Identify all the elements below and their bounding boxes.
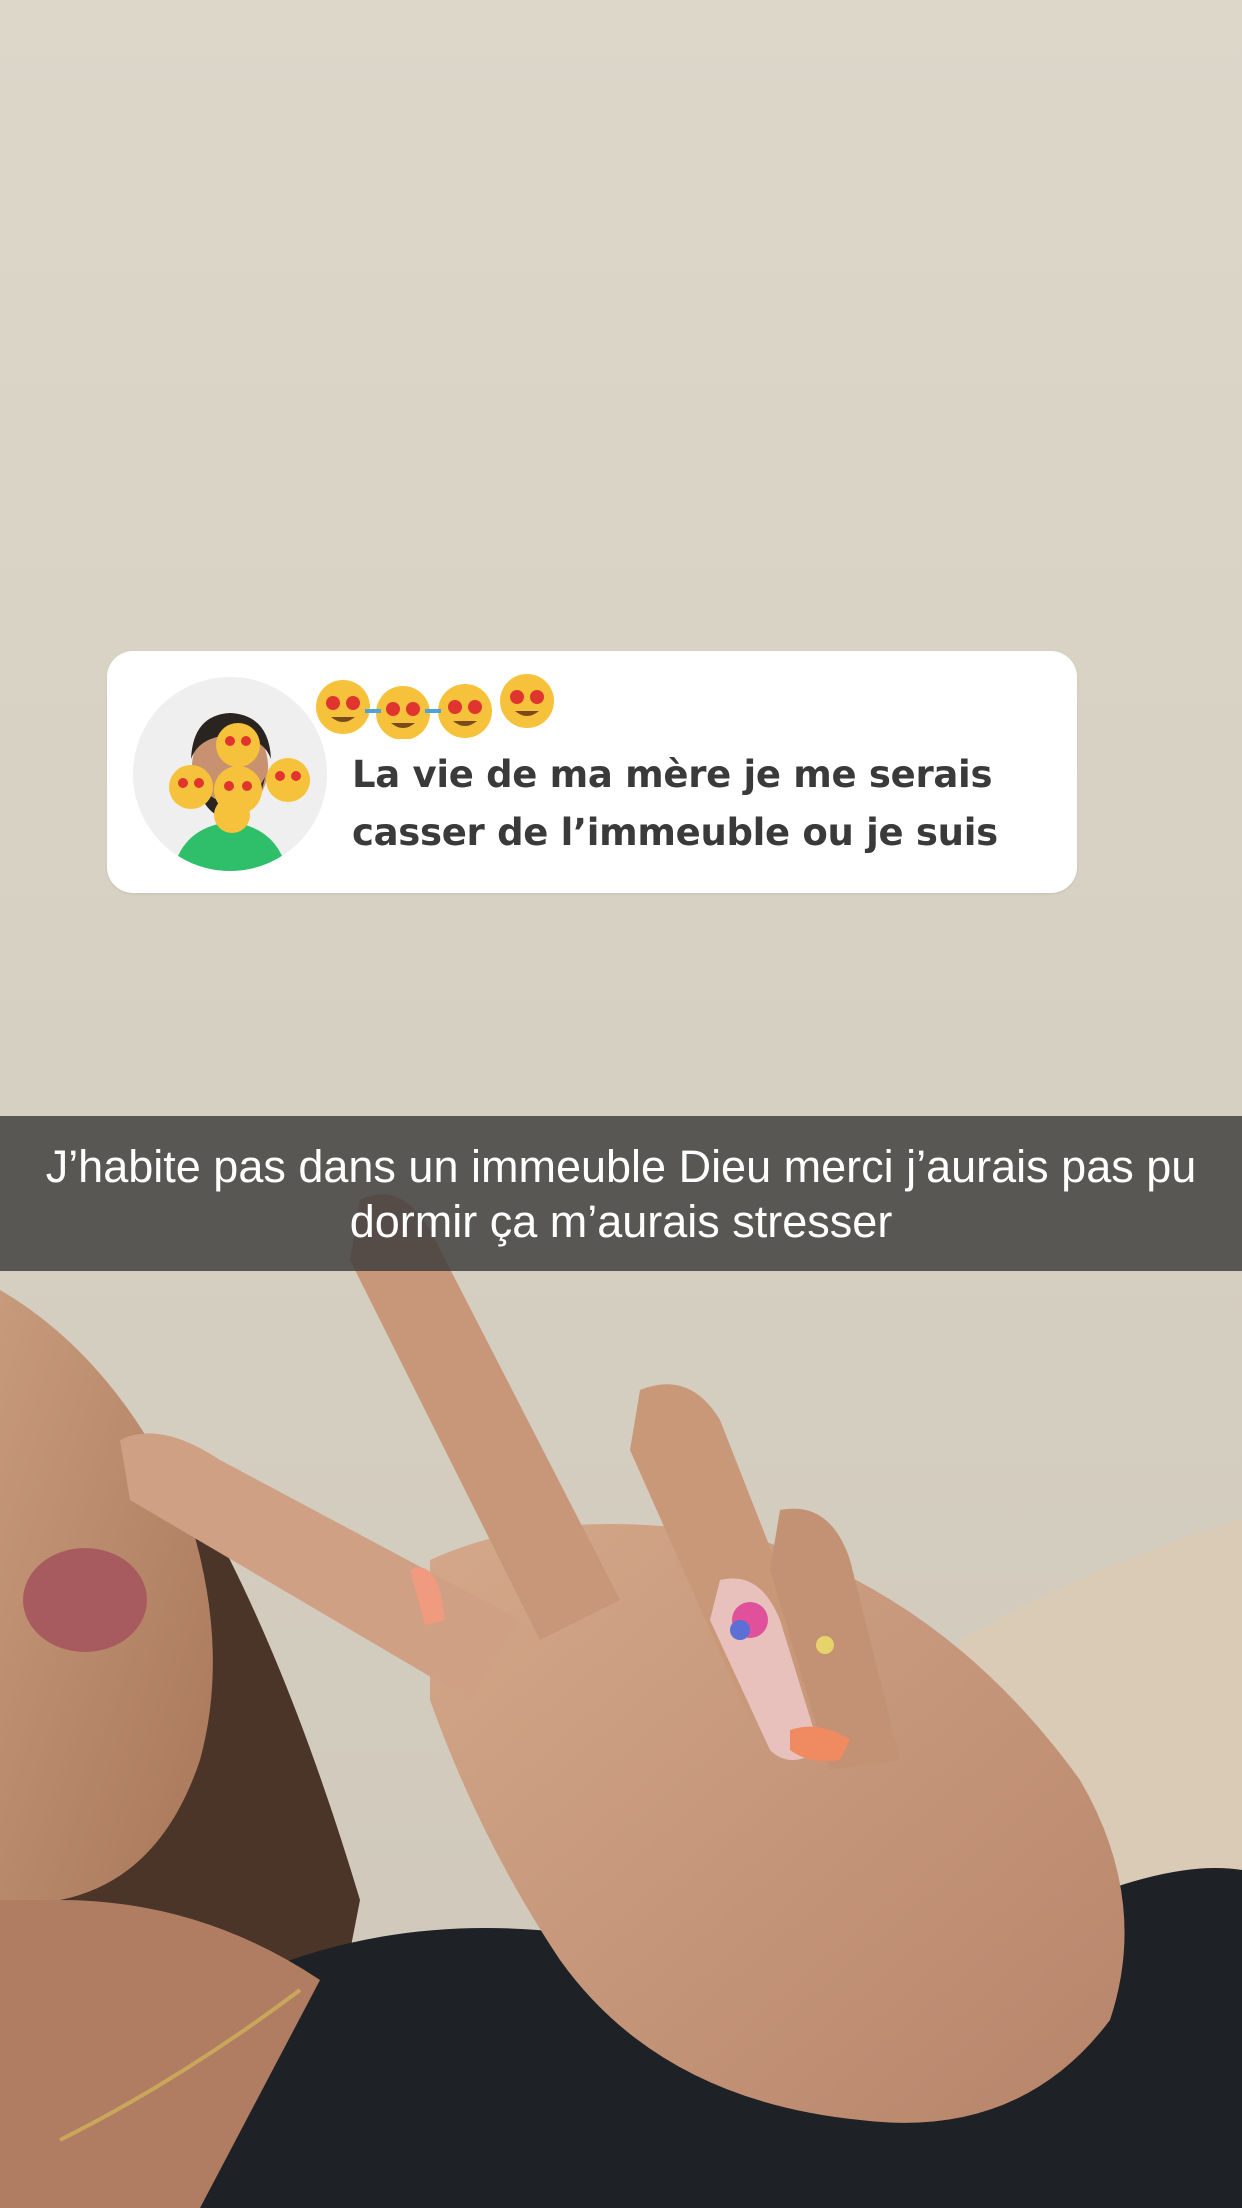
caption-text: J’habite pas dans un immeuble Dieu merci…	[45, 1140, 1197, 1247]
reply-sticker-card[interactable]: La vie de ma mère je me serais casser de…	[107, 651, 1077, 893]
heart-eyes-emoji-icon	[307, 669, 567, 740]
reply-sticker-text: La vie de ma mère je me serais casser de…	[352, 753, 998, 854]
caption-bar[interactable]: J’habite pas dans un immeuble Dieu merci…	[0, 1116, 1242, 1271]
story-photo	[0, 0, 1242, 2208]
story-view: La vie de ma mère je me serais casser de…	[0, 0, 1242, 2208]
bitmoji-avatar-icon	[133, 677, 327, 871]
lips	[23, 1548, 147, 1652]
